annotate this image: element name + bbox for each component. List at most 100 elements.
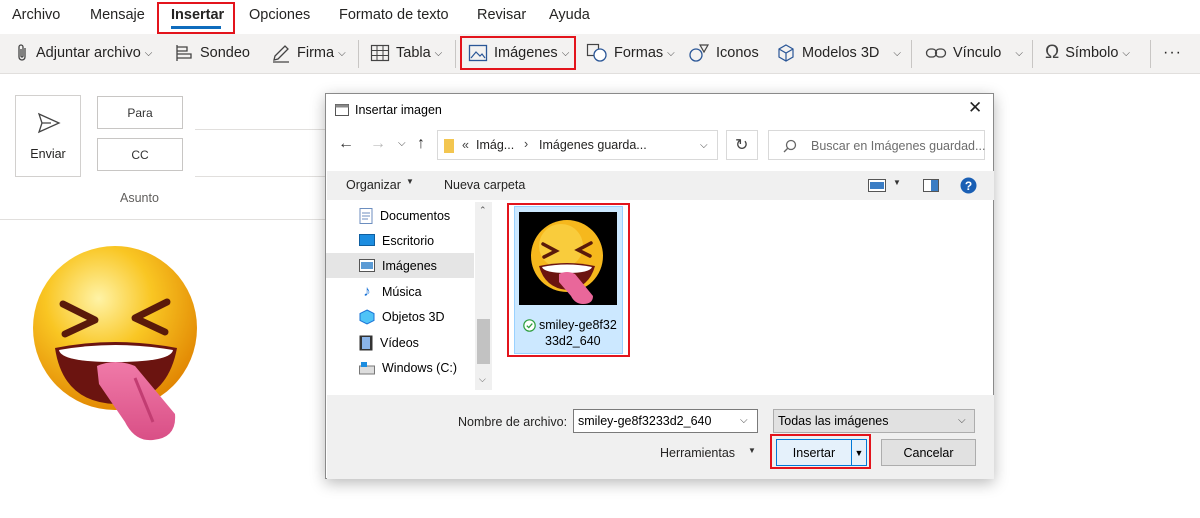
chevron-down-icon: ⌵ — [434, 47, 443, 59]
address-dropdown-icon[interactable]: ⌵ — [700, 140, 708, 151]
icons-icon — [689, 44, 710, 62]
link-button[interactable]: Vínculo ⌵ — [925, 34, 1023, 72]
dialog-title: Insertar imagen — [355, 103, 442, 117]
tab-archivo[interactable]: Archivo — [12, 7, 60, 23]
tab-ayuda[interactable]: Ayuda — [549, 7, 590, 23]
to-field-line — [195, 129, 335, 130]
desktop-icon — [359, 233, 375, 246]
search-input[interactable]: Buscar en Imágenes guardad... — [768, 130, 985, 160]
shapes-icon — [586, 43, 607, 62]
poll-label: Sondeo — [200, 45, 250, 61]
table-label: Tabla — [396, 45, 431, 61]
paperclip-icon — [18, 44, 26, 61]
icons-button[interactable]: Iconos — [688, 34, 759, 72]
table-button[interactable]: Tabla ⌵ — [370, 34, 442, 72]
close-icon[interactable]: ✕ — [968, 98, 982, 118]
filename-dropdown-icon[interactable]: ⌵ — [740, 415, 748, 426]
recent-dropdown-icon[interactable]: ⌵ — [398, 138, 406, 149]
drive-icon — [359, 361, 375, 374]
tab-revisar[interactable]: Revisar — [477, 7, 526, 23]
attach-file-button[interactable]: Adjuntar archivo ⌵ — [14, 34, 152, 72]
3d-objects-icon — [359, 308, 375, 325]
view-dropdown-icon[interactable]: ▼ — [893, 178, 901, 187]
poll-icon — [176, 45, 192, 61]
filetype-select[interactable]: Todas las imágenes ⌵ — [773, 409, 975, 433]
ribbon-toolbar: Adjuntar archivo ⌵ Sondeo Firma ⌵ Tabla … — [0, 34, 1200, 74]
table-icon — [370, 44, 390, 62]
nav-label: Documentos — [380, 208, 451, 223]
organize-dropdown-icon: ▼ — [406, 177, 414, 186]
dialog-command-bar: Organizar ▼ Nueva carpeta ▼ ? — [327, 171, 994, 200]
dialog-bottom-panel: Nombre de archivo: smiley-ge8f3233d2_640… — [327, 395, 994, 479]
signature-pen-icon — [273, 45, 289, 63]
organize-button[interactable]: Organizar — [346, 178, 401, 192]
address-bar[interactable]: « Imág... › Imágenes guarda... ⌵ — [437, 130, 718, 160]
chevron-down-icon: ⌵ — [667, 47, 675, 59]
refresh-icon: ↻ — [735, 137, 749, 154]
nav-label: Escritorio — [382, 233, 435, 248]
chevron-down-icon: ⌵ — [1122, 47, 1131, 59]
cc-button[interactable]: CC — [97, 138, 183, 171]
view-mode-icon[interactable] — [868, 179, 886, 192]
tools-button[interactable]: Herramientas — [660, 446, 735, 460]
cc-field-line — [195, 176, 335, 177]
3d-models-button[interactable]: Modelos 3D ⌵ — [776, 34, 901, 72]
back-arrow-icon[interactable]: ← — [338, 135, 354, 153]
poll-button[interactable]: Sondeo — [174, 34, 250, 72]
smiley-tongue-image — [33, 246, 197, 441]
signature-label: Firma — [297, 45, 335, 61]
signature-button[interactable]: Firma ⌵ — [271, 34, 346, 72]
highlight-box-images — [460, 36, 576, 70]
filename-input[interactable]: smiley-ge8f3233d2_640 ⌵ — [573, 409, 758, 433]
tab-mensaje[interactable]: Mensaje — [90, 7, 145, 23]
tools-dropdown-icon[interactable]: ▼ — [748, 446, 756, 455]
tab-formato-texto[interactable]: Formato de texto — [339, 7, 449, 23]
symbol-label: Símbolo — [1065, 45, 1119, 61]
breadcrumb-item-images[interactable]: Imág... — [476, 138, 514, 152]
toolbar-separator — [358, 40, 359, 68]
search-icon — [783, 139, 797, 153]
scroll-up-icon[interactable]: ⌃ — [479, 205, 487, 216]
nav-item-desktop[interactable]: Escritorio — [326, 228, 474, 253]
breadcrumb-item-saved-images[interactable]: Imágenes guarda... — [539, 138, 647, 152]
omega-icon: Ω — [1045, 42, 1060, 63]
forward-arrow-icon[interactable]: → — [370, 135, 386, 153]
refresh-button[interactable]: ↻ — [726, 130, 758, 160]
search-placeholder: Buscar en Imágenes guardad... — [811, 139, 986, 153]
shapes-button[interactable]: Formas ⌵ — [586, 34, 675, 72]
breadcrumb-overflow: « — [462, 138, 469, 152]
filename-label: Nombre de archivo: — [458, 415, 568, 429]
up-arrow-icon[interactable]: ↑ — [417, 135, 425, 153]
send-button[interactable]: Enviar — [15, 95, 81, 177]
ribbon-tabs: Archivo Mensaje Insertar Opciones Format… — [0, 0, 1200, 34]
link-icon — [925, 48, 947, 58]
nav-item-videos[interactable]: Vídeos — [326, 330, 474, 355]
videos-icon — [359, 335, 373, 350]
toolbar-separator — [1032, 40, 1033, 68]
scroll-down-icon[interactable]: ⌵ — [479, 374, 486, 385]
filename-value: smiley-ge8f3233d2_640 — [578, 414, 712, 428]
chevron-down-icon: ⌵ — [338, 47, 346, 59]
nav-item-3d-objects[interactable]: Objetos 3D — [326, 304, 474, 329]
scrollbar-thumb[interactable] — [477, 319, 490, 364]
nav-item-documents[interactable]: Documentos — [326, 203, 474, 228]
nav-item-music[interactable]: ♪ Música — [326, 279, 474, 304]
3d-models-label: Modelos 3D — [802, 45, 880, 61]
nav-label: Música — [382, 284, 422, 299]
symbol-button[interactable]: Ω Símbolo ⌵ — [1045, 34, 1130, 72]
more-options-button[interactable]: ··· — [1163, 34, 1182, 72]
nav-label: Vídeos — [380, 335, 419, 350]
highlight-box-file — [507, 203, 630, 357]
documents-icon — [359, 207, 373, 224]
cancel-button[interactable]: Cancelar — [881, 439, 976, 466]
help-icon[interactable]: ? — [960, 177, 977, 194]
cube-icon — [778, 44, 794, 62]
to-button[interactable]: Para — [97, 96, 183, 129]
nav-item-pictures[interactable]: Imágenes — [326, 253, 474, 278]
pictures-icon — [359, 259, 375, 272]
preview-pane-icon[interactable] — [923, 179, 939, 192]
tab-opciones[interactable]: Opciones — [249, 7, 310, 23]
new-folder-button[interactable]: Nueva carpeta — [444, 178, 525, 192]
nav-scrollbar[interactable]: ⌃ ⌵ — [475, 202, 492, 390]
nav-item-windows-c[interactable]: Windows (C:) — [326, 355, 474, 380]
